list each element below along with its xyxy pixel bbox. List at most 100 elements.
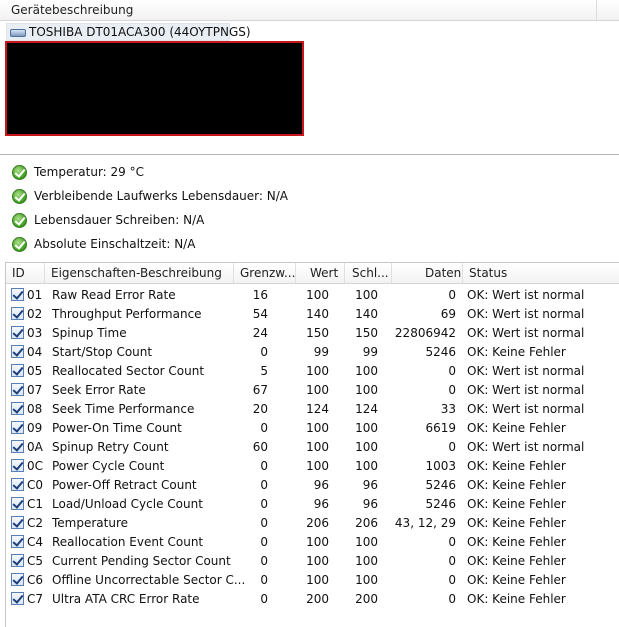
column-header-description[interactable]: Eigenschaften-Beschreibung [51,266,222,280]
table-row[interactable]: C4 Reallocation Event Count 0 100 100 0 OK: Ke… [6,533,619,552]
cell-value: 100 [306,573,329,587]
table-header: ID Eigenschaften-Beschreibung Grenzw... … [6,263,619,284]
cell-data: 0 [448,440,456,454]
cell-value: 206 [306,516,329,530]
column-divider[interactable] [295,263,296,283]
table-row[interactable]: C2 Temperature 0 206 206 43, 12, 29 OK: Keine … [6,514,619,533]
column-divider[interactable] [391,263,392,283]
cell-threshold: 16 [252,288,268,302]
row-checkbox[interactable] [11,440,24,453]
cell-threshold: 0 [260,459,268,473]
row-checkbox[interactable] [11,364,24,377]
redacted-image [5,41,304,136]
cell-worst: 96 [362,478,378,492]
cell-value: 100 [306,383,329,397]
row-checkbox[interactable] [11,573,24,586]
table-row[interactable]: 02 Throughput Performance 54 140 140 69 OK: We… [6,305,619,324]
row-checkbox[interactable] [11,516,24,529]
column-divider[interactable] [44,263,45,283]
status-text: Lebensdauer Schreiben: N/A [34,213,205,227]
table-row[interactable]: 05 Reallocated Sector Count 5 100 100 0 OK: We… [6,362,619,381]
cell-status: OK: Keine Fehler [467,478,566,492]
table-row[interactable]: 0A Spinup Retry Count 60 100 100 0 OK: Wert is… [6,438,619,457]
cell-threshold: 0 [260,478,268,492]
table-row[interactable]: C1 Load/Unload Cycle Count 0 96 96 5246 OK: Ke… [6,495,619,514]
row-checkbox[interactable] [11,535,24,548]
cell-description: Ultra ATA CRC Error Rate [52,592,200,606]
cell-description: Spinup Retry Count [52,440,169,454]
table-row[interactable]: C7 Ultra ATA CRC Error Rate 0 200 200 0 OK: Ke… [6,590,619,609]
cell-description: Start/Stop Count [52,345,153,359]
column-header-threshold[interactable]: Grenzw... [240,266,295,280]
column-header-value[interactable]: Wert [310,266,338,280]
row-checkbox[interactable] [11,345,24,358]
cell-threshold: 0 [260,535,268,549]
column-divider[interactable] [233,263,234,283]
cell-data: 0 [448,554,456,568]
cell-description: Offline Uncorrectable Sector C... [52,573,246,587]
divider [0,154,619,155]
column-header-id[interactable]: ID [12,266,25,280]
row-checkbox[interactable] [11,307,24,320]
row-checkbox[interactable] [11,402,24,415]
table-row[interactable]: 09 Power-On Time Count 0 100 100 6619 OK: Kein… [6,419,619,438]
device-name: TOSHIBA DT01ACA300 (44OYTPNGS) [29,25,251,39]
cell-description: Raw Read Error Rate [52,288,176,302]
row-checkbox[interactable] [11,554,24,567]
table-row[interactable]: 0C Power Cycle Count 0 100 100 1003 OK: Keine … [6,457,619,476]
cell-threshold: 54 [252,307,268,321]
cell-status: OK: Keine Fehler [467,554,566,568]
row-checkbox[interactable] [11,326,24,339]
cell-data: 0 [448,288,456,302]
table-row[interactable]: 04 Start/Stop Count 0 99 99 5246 OK: Keine Feh… [6,343,619,362]
row-checkbox[interactable] [11,592,24,605]
cell-worst: 96 [362,497,378,511]
table-row[interactable]: 01 Raw Read Error Rate 16 100 100 0 OK: Wert i… [6,286,619,305]
row-checkbox[interactable] [11,383,24,396]
status-write-life: Lebensdauer Schreiben: N/A [12,211,204,229]
panel-header: Gerätebeschreibung [0,0,619,21]
cell-status: OK: Keine Fehler [467,573,566,587]
table-row[interactable]: 08 Seek Time Performance 20 124 124 33 OK: Wer… [6,400,619,419]
panel-title: Gerätebeschreibung [11,3,134,17]
cell-threshold: 0 [260,573,268,587]
cell-description: Current Pending Sector Count [52,554,231,568]
column-divider[interactable] [344,263,345,283]
cell-worst: 100 [355,364,378,378]
cell-data: 5246 [425,345,456,359]
cell-threshold: 60 [252,440,268,454]
cell-data: 33 [440,402,456,416]
cell-value: 99 [313,345,329,359]
table-row[interactable]: C6 Offline Uncorrectable Sector C... 0 100 1… [6,571,619,590]
table-row[interactable]: C5 Current Pending Sector Count 0 100 100 0 OK… [6,552,619,571]
table-row[interactable]: 03 Spinup Time 24 150 150 22806942 OK: Wert is… [6,324,619,343]
cell-data: 0 [448,364,456,378]
column-header-status[interactable]: Status [469,266,507,280]
status-text: Temperatur: 29 °C [34,165,145,179]
cell-value: 100 [306,421,329,435]
row-checkbox[interactable] [11,459,24,472]
cell-threshold: 24 [252,326,268,340]
cell-id: 01 [27,288,43,302]
cell-value: 200 [306,592,329,606]
cell-threshold: 0 [260,554,268,568]
status-text: Absolute Einschaltzeit: N/A [34,237,196,251]
row-checkbox[interactable] [11,421,24,434]
row-checkbox[interactable] [11,288,24,301]
cell-threshold: 5 [260,364,268,378]
cell-id: C0 [27,478,44,492]
cell-value: 140 [306,307,329,321]
device-item[interactable]: TOSHIBA DT01ACA300 (44OYTPNGS) [6,23,251,41]
row-checkbox[interactable] [11,497,24,510]
column-divider[interactable] [462,263,463,283]
table-row[interactable]: C0 Power-Off Retract Count 0 96 96 5246 OK: Ke… [6,476,619,495]
cell-description: Power-On Time Count [52,421,182,435]
cell-worst: 200 [355,592,378,606]
table-row[interactable]: 07 Seek Error Rate 67 100 100 0 OK: Wert ist n… [6,381,619,400]
column-header-worst[interactable]: Schl... [352,266,389,280]
cell-data: 5246 [425,497,456,511]
cell-id: 03 [27,326,43,340]
cell-id: 04 [27,345,43,359]
column-header-data[interactable]: Daten [425,266,461,280]
row-checkbox[interactable] [11,478,24,491]
